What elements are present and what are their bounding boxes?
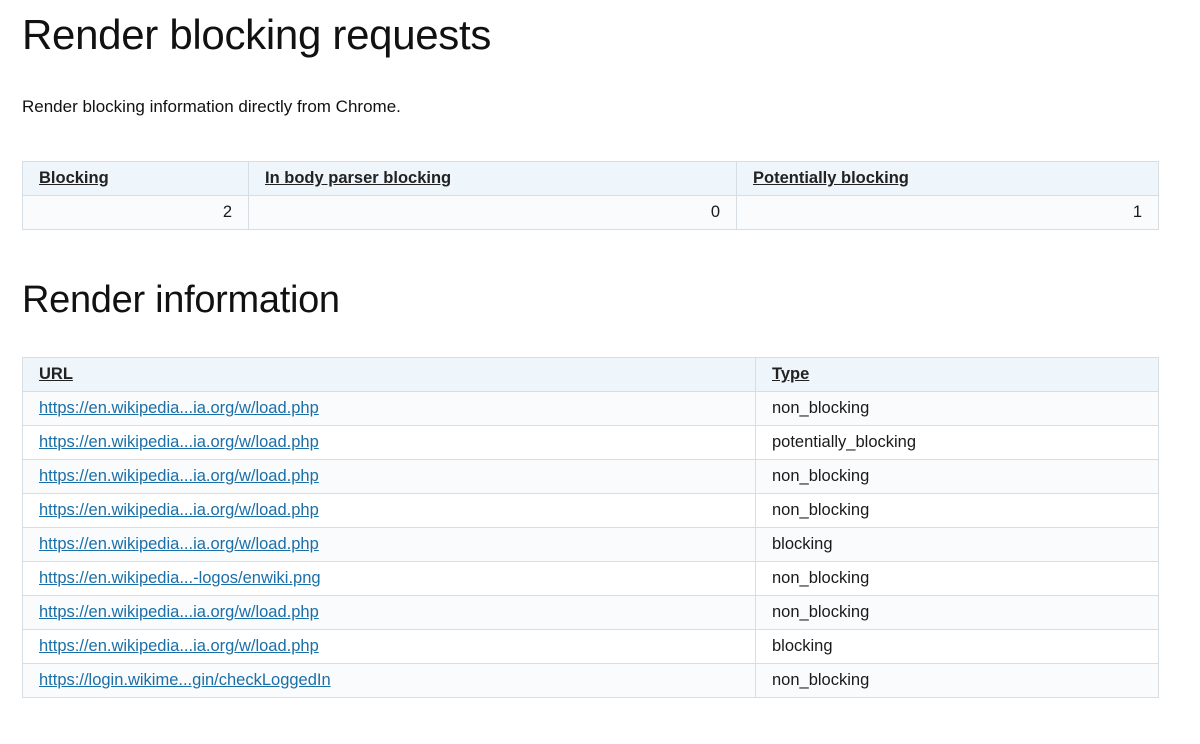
table-row: https://en.wikipedia...ia.org/w/load.php…: [22, 391, 1159, 426]
render-information-table: URL Type https://en.wikipedia...ia.org/w…: [22, 357, 1159, 698]
header-potentially-blocking[interactable]: Potentially blocking: [736, 161, 1159, 196]
url-link[interactable]: https://login.wikime...gin/checkLoggedIn: [39, 671, 331, 689]
table-row: https://en.wikipedia...ia.org/w/load.php…: [22, 425, 1159, 460]
url-link[interactable]: https://en.wikipedia...ia.org/w/load.php: [39, 467, 319, 485]
url-link[interactable]: https://en.wikipedia...ia.org/w/load.php: [39, 603, 319, 621]
page-description: Render blocking information directly fro…: [22, 97, 401, 116]
table-row: https://en.wikipedia...ia.org/w/load.php…: [22, 629, 1159, 664]
type-cell: non_blocking: [755, 561, 1159, 596]
url-link[interactable]: https://en.wikipedia...ia.org/w/load.php: [39, 501, 319, 519]
table-row: https://login.wikime...gin/checkLoggedIn…: [22, 663, 1159, 698]
blocking-summary-table: Blocking In body parser blocking Potenti…: [22, 161, 1159, 230]
type-cell: non_blocking: [755, 663, 1159, 698]
url-link[interactable]: https://en.wikipedia...ia.org/w/load.php: [39, 535, 319, 553]
page: Render blocking requests Render blocking…: [0, 0, 1200, 744]
header-type[interactable]: Type: [755, 357, 1159, 392]
section-title-render-information: Render information: [22, 279, 340, 321]
page-title: Render blocking requests: [22, 11, 492, 58]
type-cell: non_blocking: [755, 595, 1159, 630]
type-cell: blocking: [755, 527, 1159, 562]
table-row: https://en.wikipedia...-logos/enwiki.png…: [22, 561, 1159, 596]
summary-header-row: Blocking In body parser blocking Potenti…: [22, 161, 1159, 196]
summary-value-row: 2 0 1: [22, 195, 1159, 230]
url-link[interactable]: https://en.wikipedia...-logos/enwiki.png: [39, 569, 321, 587]
render-header-row: URL Type: [22, 357, 1159, 392]
table-row: https://en.wikipedia...ia.org/w/load.php…: [22, 459, 1159, 494]
potentially-blocking-count: 1: [736, 195, 1159, 230]
url-link[interactable]: https://en.wikipedia...ia.org/w/load.php: [39, 637, 319, 655]
blocking-count: 2: [22, 195, 249, 230]
header-url[interactable]: URL: [22, 357, 756, 392]
table-row: https://en.wikipedia...ia.org/w/load.php…: [22, 527, 1159, 562]
type-cell: blocking: [755, 629, 1159, 664]
header-blocking[interactable]: Blocking: [22, 161, 249, 196]
type-cell: non_blocking: [755, 459, 1159, 494]
in-body-parser-blocking-count: 0: [248, 195, 737, 230]
header-in-body-parser-blocking[interactable]: In body parser blocking: [248, 161, 737, 196]
url-link[interactable]: https://en.wikipedia...ia.org/w/load.php: [39, 399, 319, 417]
table-row: https://en.wikipedia...ia.org/w/load.php…: [22, 493, 1159, 528]
url-link[interactable]: https://en.wikipedia...ia.org/w/load.php: [39, 433, 319, 451]
type-cell: non_blocking: [755, 391, 1159, 426]
table-row: https://en.wikipedia...ia.org/w/load.php…: [22, 595, 1159, 630]
type-cell: potentially_blocking: [755, 425, 1159, 460]
type-cell: non_blocking: [755, 493, 1159, 528]
